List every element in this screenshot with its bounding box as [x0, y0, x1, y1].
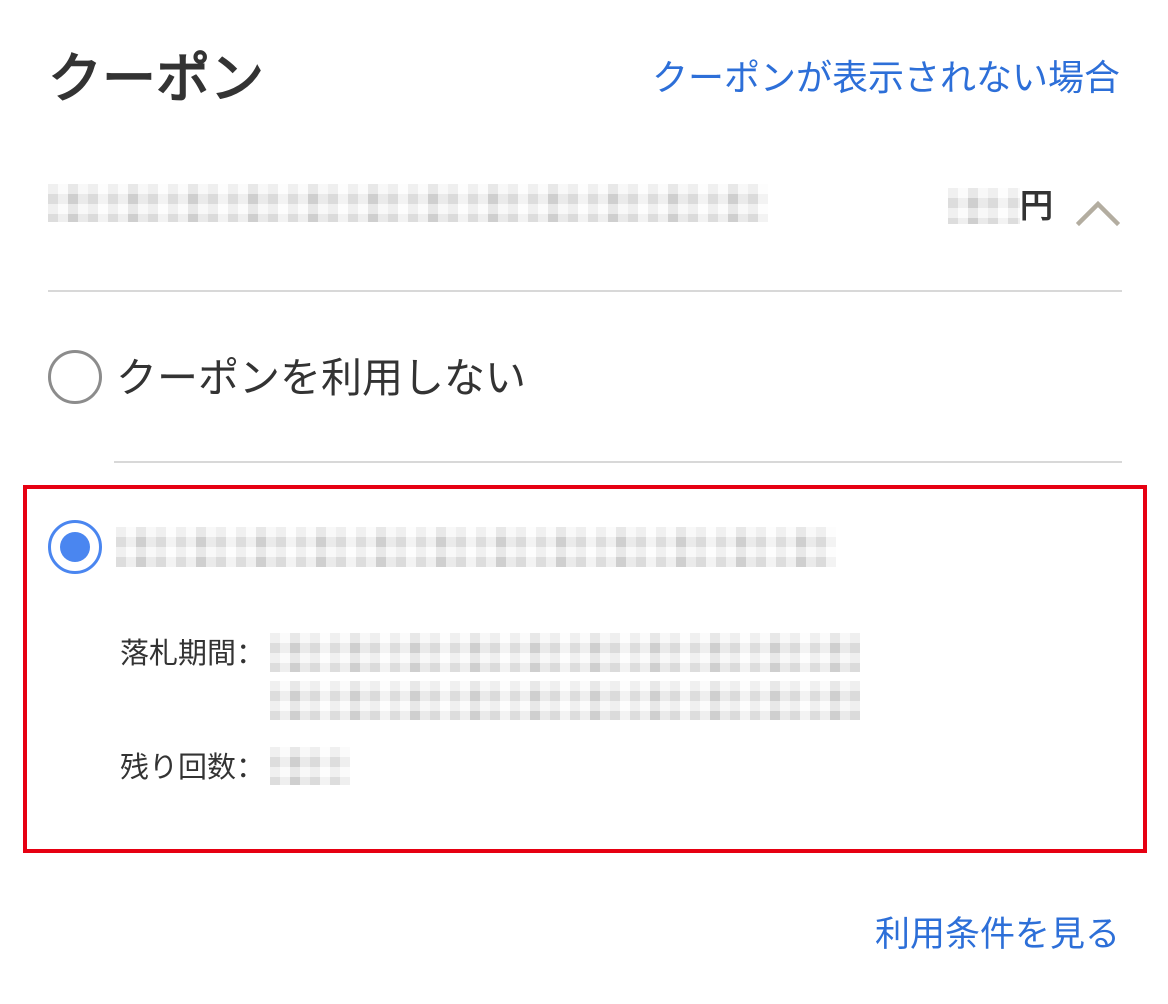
redacted-award-period-line-2 [270, 681, 860, 720]
redacted-coupon-name [48, 184, 768, 222]
radio-checked-icon[interactable] [48, 520, 102, 574]
chevron-up-icon[interactable] [1076, 195, 1120, 227]
coupon-summary-toggle[interactable]: 円 [48, 176, 1122, 236]
redacted-coupon-title [116, 527, 836, 567]
remaining-uses-label: 残り回数： [120, 750, 266, 784]
redacted-discount-amount [948, 188, 1020, 224]
radio-unchecked-icon[interactable] [48, 350, 102, 404]
terms-of-use-link[interactable]: 利用条件を見る [875, 917, 1120, 953]
option-no-coupon-label[interactable]: クーポンを利用しない [116, 357, 526, 399]
option-divider [114, 461, 1122, 463]
coupon-not-shown-help-link[interactable]: クーポンが表示されない場合 [652, 61, 1120, 97]
currency-unit: 円 [1020, 186, 1053, 225]
redacted-award-period-line-1 [270, 633, 860, 672]
award-period-label: 落札期間： [120, 636, 266, 670]
page-title: クーポン [48, 47, 264, 110]
redacted-remaining-uses [270, 747, 350, 785]
section-divider [48, 290, 1122, 292]
